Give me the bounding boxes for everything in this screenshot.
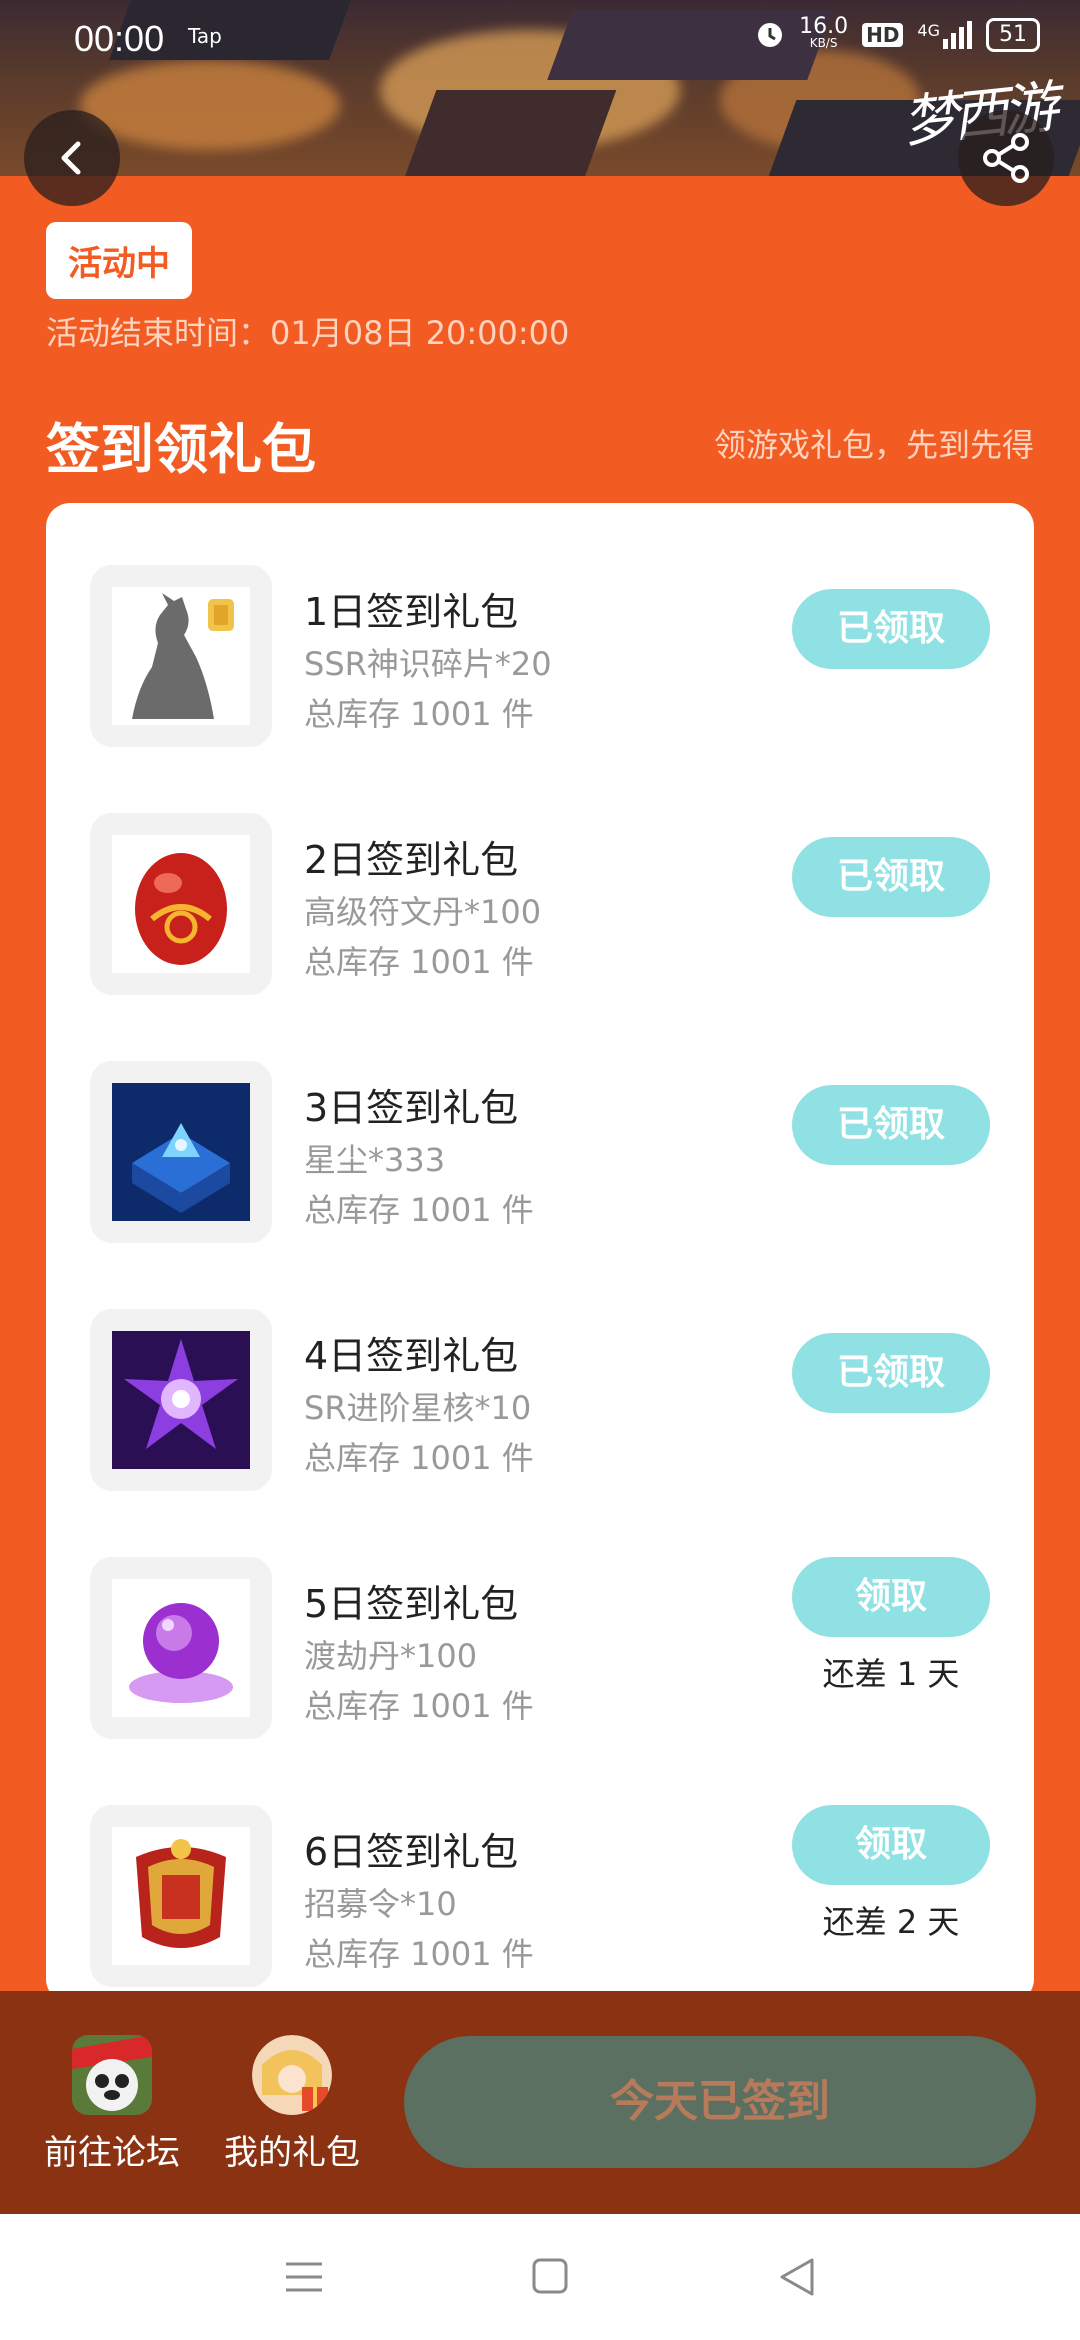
claimed-button[interactable]: 已领取: [792, 837, 990, 917]
gift-description: SSR神识碎片*20: [304, 645, 552, 683]
purple-pill-icon: [129, 1603, 233, 1703]
section-subtitle: 领游戏礼包，先到先得: [713, 426, 1034, 464]
alarm-icon: [758, 23, 783, 47]
gift-title: 5日签到礼包: [304, 1582, 519, 1626]
signal-icon: 4G: [917, 21, 972, 49]
forum-button[interactable]: 前往论坛: [42, 2035, 182, 2174]
gift-title: 3日签到礼包: [304, 1086, 519, 1130]
battery-indicator: 51: [986, 18, 1040, 52]
gift-thumbnail: [90, 813, 272, 995]
gift-row: 2日签到礼包 高级符文丹*100 总库存 1001 件 已领取: [46, 781, 1034, 1029]
status-bar: 00:00 Tap 16.0 KB/S HD 4G 51: [0, 0, 1080, 80]
star-core-icon: [112, 1331, 250, 1469]
character-silhouette-icon: [132, 593, 234, 719]
my-gifts-button[interactable]: 我的礼包: [222, 2035, 362, 2174]
gift-title: 6日签到礼包: [304, 1830, 519, 1874]
gift-thumbnail: [90, 1805, 272, 1987]
signed-in-today-button[interactable]: 今天已签到: [404, 2036, 1036, 2168]
days-remaining: 还差 2 天: [822, 1903, 960, 1941]
gift-title: 4日签到礼包: [304, 1334, 519, 1378]
gift-title: 2日签到礼包: [304, 838, 519, 882]
activity-status-badge: 活动中: [46, 222, 192, 299]
activity-end-time: 活动结束时间：01月08日 20:00:00: [46, 314, 570, 352]
back-triangle-icon[interactable]: [768, 2252, 828, 2302]
home-square-icon[interactable]: [520, 2252, 580, 2302]
gift-row: 5日签到礼包 渡劫丹*100 总库存 1001 件 领取 还差 1 天: [46, 1525, 1034, 1773]
gift-stock: 总库存 1001 件: [304, 695, 534, 733]
claim-button[interactable]: 领取: [792, 1805, 990, 1885]
gift-stock: 总库存 1001 件: [304, 1687, 534, 1725]
gift-description: 高级符文丹*100: [304, 893, 542, 931]
section-title: 签到领礼包: [46, 418, 316, 481]
gift-row: 1日签到礼包 SSR神识碎片*20 总库存 1001 件 已领取: [46, 533, 1034, 781]
gift-row: 4日签到礼包 SR进阶星核*10 总库存 1001 件 已领取: [46, 1277, 1034, 1525]
gift-thumbnail: [90, 1309, 272, 1491]
days-remaining: 还差 1 天: [822, 1655, 960, 1693]
gift-description: 渡劫丹*100: [304, 1637, 478, 1675]
gift-stock: 总库存 1001 件: [304, 1439, 534, 1477]
gift-list-card: 1日签到礼包 SSR神识碎片*20 总库存 1001 件 已领取 2日签到礼包 …: [46, 503, 1034, 2003]
claimed-button[interactable]: 已领取: [792, 1333, 990, 1413]
bottom-action-bar: 前往论坛 我的礼包 今天已签到: [0, 1991, 1080, 2214]
forum-label: 前往论坛: [44, 2133, 180, 2173]
gift-thumbnail: [90, 565, 272, 747]
claimed-button[interactable]: 已领取: [792, 589, 990, 669]
gift-thumbnail: [90, 1061, 272, 1243]
gift-stock: 总库存 1001 件: [304, 1935, 534, 1973]
gift-description: 星尘*333: [304, 1141, 446, 1179]
system-navigation-bar: [0, 2214, 1080, 2340]
back-button[interactable]: [24, 110, 120, 206]
gift-thumbnail: [90, 1557, 272, 1739]
back-arrow-icon: [61, 141, 81, 175]
gift-avatar-icon: [252, 2035, 332, 2115]
claim-button[interactable]: 领取: [792, 1557, 990, 1637]
panda-avatar-icon: [72, 2035, 152, 2115]
gift-row: 3日签到礼包 星尘*333 总库存 1001 件 已领取: [46, 1029, 1034, 1277]
claimed-button[interactable]: 已领取: [792, 1085, 990, 1165]
status-time: 00:00: [74, 18, 165, 59]
gift-title: 1日签到礼包: [304, 590, 519, 634]
network-speed: 16.0 KB/S: [799, 14, 849, 51]
tap-indicator: Tap: [188, 24, 222, 48]
gift-description: SR进阶星核*10: [304, 1389, 532, 1427]
gift-row: 6日签到礼包 招募令*10 总库存 1001 件 领取 还差 2 天: [46, 1773, 1034, 2003]
share-icon: [983, 133, 1029, 183]
gift-description: 招募令*10: [304, 1885, 457, 1923]
gift-stock: 总库存 1001 件: [304, 943, 534, 981]
gift-stock: 总库存 1001 件: [304, 1191, 534, 1229]
menu-icon[interactable]: [274, 2252, 334, 2302]
my-gifts-label: 我的礼包: [224, 2133, 360, 2173]
stardust-chest-icon: [112, 1083, 250, 1221]
hd-badge: HD: [862, 23, 904, 47]
share-button[interactable]: [958, 110, 1054, 206]
red-egg-icon: [135, 853, 227, 965]
recruit-token-icon: [136, 1839, 226, 1948]
